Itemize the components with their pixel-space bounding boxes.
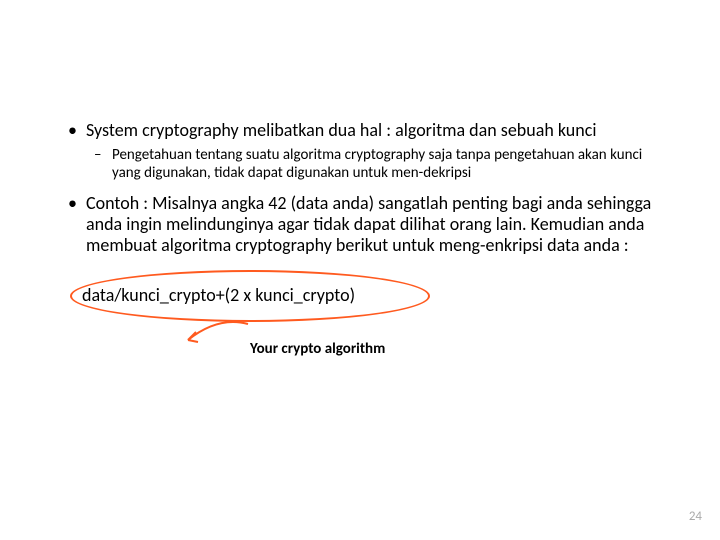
bullet-item: System cryptography melibatkan dua hal :… — [60, 120, 660, 141]
caption-container: Your crypto algorithm — [250, 340, 660, 358]
arrow-icon — [178, 318, 258, 354]
caption-text: Your crypto algorithm — [250, 340, 660, 358]
page-number: 24 — [689, 509, 702, 524]
formula-container: data/kunci_crypto+(2 x kunci_crypto) — [82, 284, 660, 306]
bullet-item: Contoh : Misalnya angka 42 (data anda) s… — [60, 193, 660, 257]
bullet-item: Pengetahuan tentang suatu algoritma cryp… — [60, 147, 660, 182]
bullet-list: System cryptography melibatkan dua hal :… — [60, 120, 660, 256]
ellipse-annotation — [70, 270, 430, 322]
slide-body: System cryptography melibatkan dua hal :… — [0, 0, 720, 540]
